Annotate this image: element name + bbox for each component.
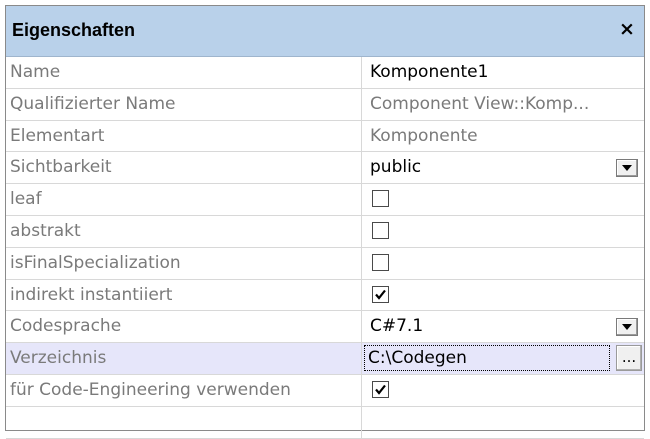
property-label-is-final-specialization: isFinalSpecialization bbox=[6, 247, 362, 279]
use-for-code-engineering-checkbox[interactable] bbox=[372, 380, 389, 398]
panel-title: Eigenschaften bbox=[12, 20, 136, 40]
property-label-element-type: Elementart bbox=[6, 120, 362, 152]
panel-title-bar: Eigenschaften × bbox=[6, 6, 644, 57]
is-final-specialization-checkbox[interactable] bbox=[372, 253, 389, 271]
visibility-select[interactable]: public bbox=[362, 152, 644, 183]
property-label-directory: Verzeichnis bbox=[6, 343, 362, 374]
indirectly-instantiated-checkbox[interactable] bbox=[372, 285, 389, 303]
code-language-selected-value: C#7.1 bbox=[370, 316, 424, 337]
property-row-element-type[interactable]: Elementart Komponente bbox=[6, 120, 644, 153]
property-row-is-final-specialization[interactable]: isFinalSpecialization bbox=[6, 247, 644, 280]
property-row-qualified-name[interactable]: Qualifizierter Name Component View::Komp… bbox=[6, 88, 644, 121]
code-language-dropdown-button[interactable] bbox=[616, 318, 638, 337]
property-value-use-for-code-engineering bbox=[362, 375, 644, 406]
checkmark-icon bbox=[375, 384, 386, 395]
property-row-directory[interactable]: Verzeichnis C:\Codegen ... bbox=[6, 343, 644, 375]
property-label-name: Name bbox=[6, 57, 362, 88]
leaf-checkbox[interactable] bbox=[372, 190, 389, 208]
property-label-abstract: abstrakt bbox=[6, 215, 362, 247]
property-grid: Name Komponente1 Qualifizierter Name Com… bbox=[6, 57, 644, 439]
property-row-visibility[interactable]: Sichtbarkeit public bbox=[6, 152, 644, 185]
visibility-selected-value: public bbox=[370, 157, 422, 178]
property-value-indirectly-instantiated bbox=[362, 280, 644, 311]
property-label-visibility: Sichtbarkeit bbox=[6, 152, 362, 184]
property-value-leaf bbox=[362, 184, 644, 215]
property-label-use-for-code-engineering: für Code-Engineering verwenden bbox=[6, 374, 362, 406]
property-label-qualified-name: Qualifizierter Name bbox=[6, 88, 362, 120]
property-label-empty bbox=[6, 406, 362, 438]
visibility-dropdown-button[interactable] bbox=[616, 159, 638, 178]
abstract-checkbox[interactable] bbox=[372, 221, 389, 239]
property-row-use-for-code-engineering[interactable]: für Code-Engineering verwenden bbox=[6, 374, 644, 407]
property-value-abstract bbox=[362, 216, 644, 247]
property-value-empty bbox=[362, 407, 644, 438]
browse-button[interactable]: ... bbox=[616, 345, 642, 372]
chevron-down-icon bbox=[622, 324, 632, 331]
property-row-leaf[interactable]: leaf bbox=[6, 184, 644, 216]
directory-input[interactable]: C:\Codegen bbox=[364, 345, 610, 372]
property-value-qualified-name: Component View::Komp... bbox=[370, 93, 590, 114]
close-button[interactable]: × bbox=[616, 17, 638, 41]
property-row-abstract[interactable]: abstrakt bbox=[6, 215, 644, 248]
property-value-name[interactable]: Komponente1 bbox=[362, 57, 644, 88]
checkmark-icon bbox=[375, 289, 386, 300]
chevron-down-icon bbox=[622, 165, 632, 172]
property-row-code-language[interactable]: Codesprache C#7.1 bbox=[6, 311, 644, 344]
property-label-leaf: leaf bbox=[6, 184, 362, 215]
property-row-empty bbox=[6, 406, 644, 439]
property-label-code-language: Codesprache bbox=[6, 311, 362, 343]
properties-panel: Eigenschaften × Name Komponente1 Qualifi… bbox=[5, 5, 645, 439]
property-label-indirectly-instantiated: indirekt instantiiert bbox=[6, 279, 362, 311]
property-value-is-final-specialization bbox=[362, 248, 644, 279]
property-row-indirectly-instantiated[interactable]: indirekt instantiiert bbox=[6, 279, 644, 312]
property-row-name[interactable]: Name Komponente1 bbox=[6, 57, 644, 89]
code-language-select[interactable]: C#7.1 bbox=[362, 311, 644, 342]
property-value-element-type: Komponente bbox=[370, 125, 478, 146]
